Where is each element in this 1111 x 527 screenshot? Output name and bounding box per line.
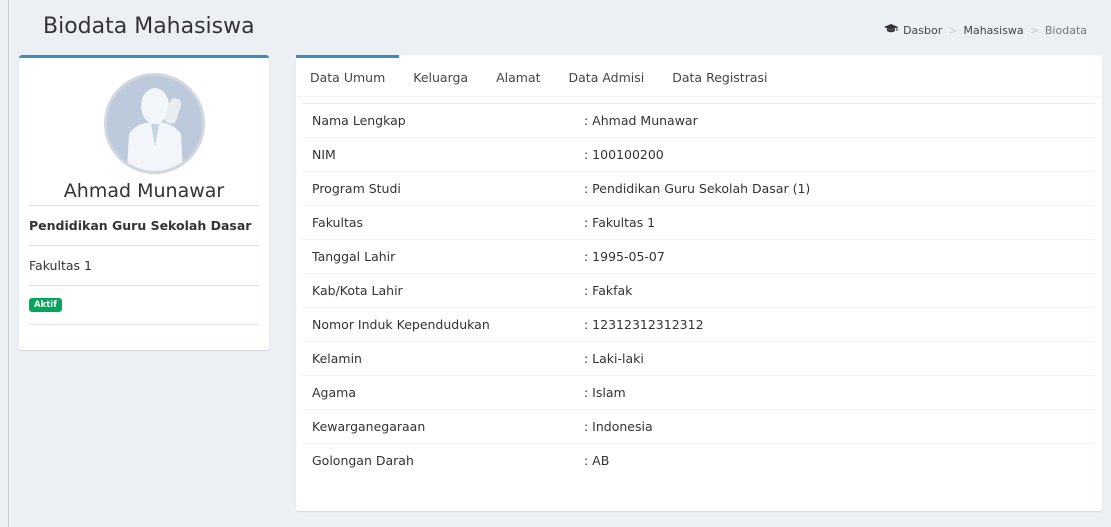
breadcrumb-item-mahasiswa[interactable]: Mahasiswa: [963, 24, 1023, 37]
tab-box: Data Umum Keluarga Alamat Data Admisi Da…: [296, 55, 1102, 511]
field-label: Fakultas: [312, 215, 364, 230]
tab-data-registrasi[interactable]: Data Registrasi: [658, 55, 781, 97]
table-row: Program Studi : Pendidikan Guru Sekolah …: [302, 171, 1096, 205]
profile-name: Ahmad Munawar: [63, 180, 225, 202]
field-label: Tanggal Lahir: [312, 249, 396, 264]
table-row: Fakultas : Fakultas 1: [302, 205, 1096, 239]
field-label: Golongan Darah: [312, 453, 414, 468]
content-header: Biodata Mahasiswa Dasbor > Mahasiswa > B…: [19, 0, 1109, 44]
list-item: Aktif: [29, 285, 259, 325]
tab-content-data-umum: Nama Lengkap : Ahmad Munawar NIM : 10010…: [302, 103, 1096, 477]
profile-faculty: Fakultas 1: [29, 258, 92, 273]
field-value: : Laki-laki: [584, 351, 644, 366]
table-row: Golongan Darah : AB: [302, 443, 1096, 477]
list-item: Fakultas 1: [29, 245, 259, 285]
table-row: Agama : Islam: [302, 375, 1096, 409]
breadcrumb-separator: >: [948, 24, 958, 37]
field-value: : Indonesia: [584, 419, 653, 434]
field-value: : 1995-05-07: [584, 249, 665, 264]
page-title: Biodata Mahasiswa: [43, 14, 255, 39]
table-row: Tanggal Lahir : 1995-05-07: [302, 239, 1096, 273]
profile-program: Pendidikan Guru Sekolah Dasar: [29, 218, 252, 233]
user-silhouette-icon: [107, 76, 202, 171]
breadcrumb-separator: >: [1029, 24, 1039, 37]
tab-data-umum[interactable]: Data Umum: [296, 55, 400, 97]
tab-keluarga[interactable]: Keluarga: [399, 55, 482, 97]
table-row: Kab/Kota Lahir : Fakfak: [302, 273, 1096, 307]
breadcrumb: Dasbor > Mahasiswa > Biodata: [884, 24, 1087, 37]
field-value: : Ahmad Munawar: [584, 113, 698, 128]
table-row: NIM : 100100200: [302, 137, 1096, 171]
table-row: Kewarganegaraan : Indonesia: [302, 409, 1096, 443]
tab-alamat[interactable]: Alamat: [482, 55, 554, 97]
tab-data-admisi[interactable]: Data Admisi: [555, 55, 659, 97]
profile-box: Ahmad Munawar Pendidikan Guru Sekolah Da…: [19, 55, 269, 350]
table-row: Nama Lengkap : Ahmad Munawar: [302, 103, 1096, 137]
profile-list: Pendidikan Guru Sekolah Dasar Fakultas 1…: [29, 205, 259, 325]
field-label: Agama: [312, 385, 356, 400]
list-item: Pendidikan Guru Sekolah Dasar: [29, 205, 259, 245]
field-label: Nama Lengkap: [312, 113, 406, 128]
field-label: Kab/Kota Lahir: [312, 283, 403, 298]
field-label: Kewarganegaraan: [312, 419, 426, 434]
field-label: Kelamin: [312, 351, 362, 366]
field-value: : Fakultas 1: [584, 215, 656, 230]
field-value: : 12312312312312: [584, 317, 704, 332]
field-label: NIM: [312, 147, 336, 162]
table-row: Nomor Induk Kependudukan : 1231231231231…: [302, 307, 1096, 341]
field-value: : AB: [584, 453, 610, 468]
field-value: : Pendidikan Guru Sekolah Dasar (1): [584, 181, 811, 196]
breadcrumb-item-dasbor[interactable]: Dasbor: [884, 24, 942, 37]
table-row: Kelamin : Laki-laki: [302, 341, 1096, 375]
field-label: Program Studi: [312, 181, 401, 196]
field-value: : Islam: [584, 385, 626, 400]
field-value: : Fakfak: [584, 283, 633, 298]
field-label: Nomor Induk Kependudukan: [312, 317, 490, 332]
field-value: : 100100200: [584, 147, 664, 162]
status-badge: Aktif: [29, 297, 62, 313]
graduation-cap-icon: [884, 24, 899, 37]
tab-bar: Data Umum Keluarga Alamat Data Admisi Da…: [296, 55, 1102, 97]
breadcrumb-label-dasbor: Dasbor: [903, 24, 943, 37]
breadcrumb-item-biodata: Biodata: [1044, 24, 1087, 37]
avatar: [104, 73, 205, 174]
